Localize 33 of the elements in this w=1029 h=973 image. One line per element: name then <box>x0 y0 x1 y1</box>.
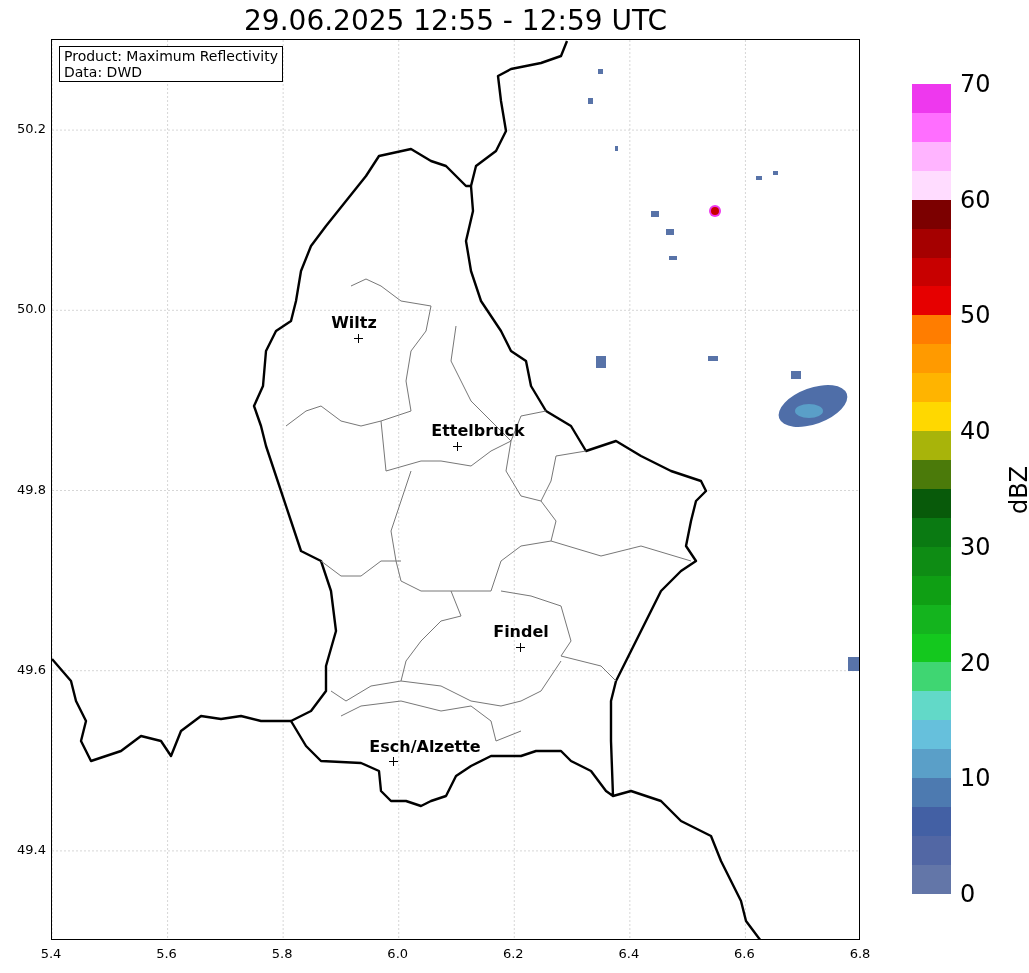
city-label: Wiltz <box>331 314 377 332</box>
colorbar-tick-label: 70 <box>960 71 991 97</box>
info-text: Data: DWD <box>64 64 143 80</box>
y-tick-label: 49.4 <box>17 841 46 858</box>
city-marker-icon <box>354 334 363 343</box>
colorbar-tick-label: 10 <box>960 765 991 792</box>
city-marker-icon <box>516 643 525 652</box>
x-tick-label: 6.8 <box>849 946 871 962</box>
city-label: Findel <box>493 623 549 641</box>
city-marker-icon <box>453 442 462 451</box>
colorbar-tick-label: 0 <box>960 881 976 907</box>
colorbar-tick-label: 40 <box>960 418 991 445</box>
info-text: Product: Maximum Reflectivity <box>64 48 278 64</box>
colorbar-label: dBZ <box>1005 465 1029 515</box>
y-tick-label: 49.8 <box>17 481 46 498</box>
x-tick-label: 6.0 <box>387 946 409 962</box>
colorbar-tick-label: 50 <box>960 302 991 329</box>
x-tick-label: 6.6 <box>734 946 755 962</box>
colorbar-tick-label: 30 <box>960 533 991 560</box>
x-tick-label: 6.2 <box>502 946 524 962</box>
colorbar-tick-label: 20 <box>960 649 991 676</box>
city-marker-icon <box>389 757 398 766</box>
x-tick-label: 5.6 <box>156 946 177 962</box>
y-tick-label: 50.2 <box>17 121 46 138</box>
chart-title: 29.06.2025 12:55 - 12:59 UTC <box>243 4 668 38</box>
y-tick-label: 49.6 <box>17 661 46 678</box>
x-tick-label: 5.4 <box>40 946 62 962</box>
x-tick-label: 6.4 <box>618 946 640 962</box>
x-tick-label: 5.8 <box>271 946 293 962</box>
colorbar-tick-label: 60 <box>960 186 991 213</box>
city-label: Ettelbruck <box>431 422 525 440</box>
y-tick-label: 50.0 <box>17 301 46 318</box>
city-label: Esch/Alzette <box>369 738 481 756</box>
